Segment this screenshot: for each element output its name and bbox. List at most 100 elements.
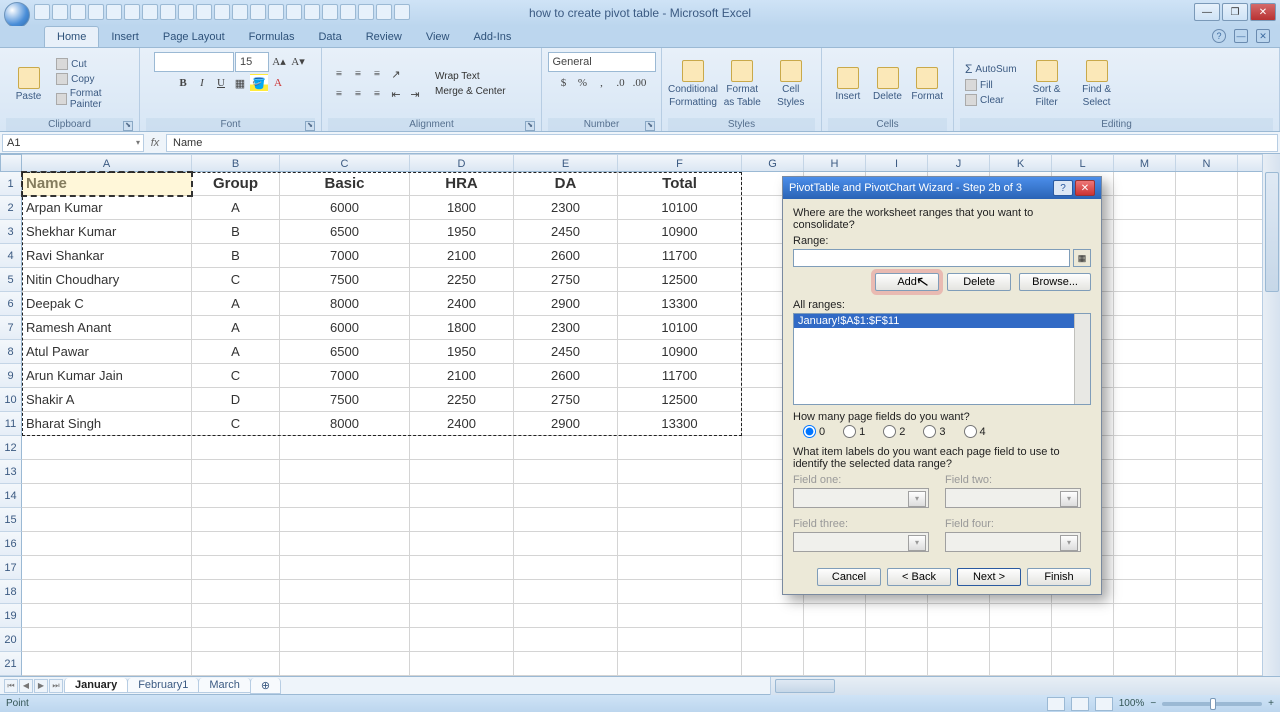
dialog-title-bar[interactable]: PivotTable and PivotChart Wizard - Step …: [783, 177, 1101, 199]
cell[interactable]: [990, 628, 1052, 651]
cell[interactable]: [192, 580, 280, 603]
cell[interactable]: 10900: [618, 340, 742, 363]
dialog-close-button[interactable]: ✕: [1075, 180, 1095, 196]
cell[interactable]: [1114, 652, 1176, 675]
cell[interactable]: 6000: [280, 196, 410, 219]
cell[interactable]: 1800: [410, 196, 514, 219]
shrink-font-button[interactable]: A▾: [289, 52, 307, 70]
format-cells-button[interactable]: Format: [909, 67, 945, 102]
cell[interactable]: 1950: [410, 220, 514, 243]
cell[interactable]: A: [192, 340, 280, 363]
tab-formulas[interactable]: Formulas: [237, 27, 307, 47]
cell[interactable]: 8000: [280, 292, 410, 315]
radio-3[interactable]: 3: [923, 425, 945, 438]
cell[interactable]: [990, 604, 1052, 627]
cell[interactable]: [1114, 508, 1176, 531]
cell[interactable]: Shekhar Kumar: [22, 220, 192, 243]
cell[interactable]: [514, 580, 618, 603]
cell[interactable]: [514, 508, 618, 531]
row-header[interactable]: 7: [0, 316, 22, 340]
cell[interactable]: [22, 508, 192, 531]
radio-0[interactable]: 0: [803, 425, 825, 438]
find-select-button[interactable]: Find &Select: [1074, 60, 1120, 108]
sheet-tab-january[interactable]: January: [64, 678, 128, 693]
cell[interactable]: [1176, 268, 1238, 291]
cell[interactable]: D: [192, 388, 280, 411]
cell[interactable]: [1114, 268, 1176, 291]
cell[interactable]: [514, 460, 618, 483]
cell[interactable]: [22, 460, 192, 483]
tab-nav-first[interactable]: ⏮: [4, 679, 18, 693]
cell[interactable]: [1176, 388, 1238, 411]
cell[interactable]: [280, 436, 410, 459]
row-header[interactable]: 21: [0, 652, 22, 676]
cell[interactable]: [280, 604, 410, 627]
cell[interactable]: [22, 580, 192, 603]
cell[interactable]: 1950: [410, 340, 514, 363]
row-header[interactable]: 1: [0, 172, 22, 196]
cell[interactable]: [22, 556, 192, 579]
range-selector-button[interactable]: ▦: [1073, 249, 1091, 267]
row-header[interactable]: 18: [0, 580, 22, 604]
cell[interactable]: [804, 652, 866, 675]
cell[interactable]: [22, 604, 192, 627]
qat-item[interactable]: [250, 4, 266, 20]
row-header[interactable]: 8: [0, 340, 22, 364]
cell[interactable]: 11700: [618, 244, 742, 267]
cell[interactable]: [1114, 196, 1176, 219]
cell[interactable]: [514, 532, 618, 555]
cell[interactable]: [1176, 220, 1238, 243]
cell[interactable]: [1176, 484, 1238, 507]
grow-font-button[interactable]: A▴: [270, 52, 288, 70]
col-header-L[interactable]: L: [1052, 155, 1114, 171]
cell[interactable]: [410, 508, 514, 531]
tab-home[interactable]: Home: [44, 26, 99, 47]
all-ranges-listbox[interactable]: January!$A$1:$F$11: [793, 313, 1091, 405]
cell[interactable]: [1176, 460, 1238, 483]
cell[interactable]: [1114, 340, 1176, 363]
cell[interactable]: [410, 532, 514, 555]
qat-item[interactable]: [268, 4, 284, 20]
cell[interactable]: [410, 556, 514, 579]
cell[interactable]: [618, 436, 742, 459]
cell[interactable]: [1114, 244, 1176, 267]
copy-button[interactable]: Copy: [53, 72, 131, 86]
cell[interactable]: [22, 436, 192, 459]
cell[interactable]: [1114, 556, 1176, 579]
cell[interactable]: Arun Kumar Jain: [22, 364, 192, 387]
cell[interactable]: [1176, 652, 1238, 675]
row-header[interactable]: 14: [0, 484, 22, 508]
cell[interactable]: [192, 532, 280, 555]
cell[interactable]: [1114, 172, 1176, 195]
format-painter-button[interactable]: Format Painter: [53, 87, 131, 111]
paste-button[interactable]: Paste: [8, 67, 49, 102]
format-as-table-button[interactable]: Formatas Table: [720, 60, 765, 108]
cell[interactable]: [1052, 652, 1114, 675]
comma-button[interactable]: ,: [593, 74, 611, 92]
cell[interactable]: [514, 484, 618, 507]
qat-item[interactable]: [88, 4, 104, 20]
cell[interactable]: A: [192, 196, 280, 219]
fx-icon[interactable]: fx: [146, 137, 164, 149]
view-pagebreak-button[interactable]: [1095, 697, 1113, 711]
qat-item[interactable]: [124, 4, 140, 20]
cell[interactable]: [1114, 388, 1176, 411]
listbox-scrollbar[interactable]: [1074, 314, 1090, 404]
cell[interactable]: B: [192, 244, 280, 267]
cell[interactable]: 13300: [618, 412, 742, 435]
zoom-in-button[interactable]: +: [1268, 698, 1274, 709]
row-header[interactable]: 10: [0, 388, 22, 412]
browse-button[interactable]: Browse...: [1019, 273, 1091, 291]
cell[interactable]: 2900: [514, 412, 618, 435]
cell[interactable]: [1176, 628, 1238, 651]
cell[interactable]: 2750: [514, 268, 618, 291]
col-header-J[interactable]: J: [928, 155, 990, 171]
cell[interactable]: [22, 628, 192, 651]
cell[interactable]: [192, 508, 280, 531]
autosum-button[interactable]: ΣAutoSum: [962, 61, 1020, 77]
cell[interactable]: 2600: [514, 364, 618, 387]
col-header-A[interactable]: A: [22, 155, 192, 171]
cell[interactable]: HRA: [410, 172, 514, 195]
dialog-launcher-icon[interactable]: ⬊: [305, 121, 315, 131]
cell[interactable]: 10900: [618, 220, 742, 243]
